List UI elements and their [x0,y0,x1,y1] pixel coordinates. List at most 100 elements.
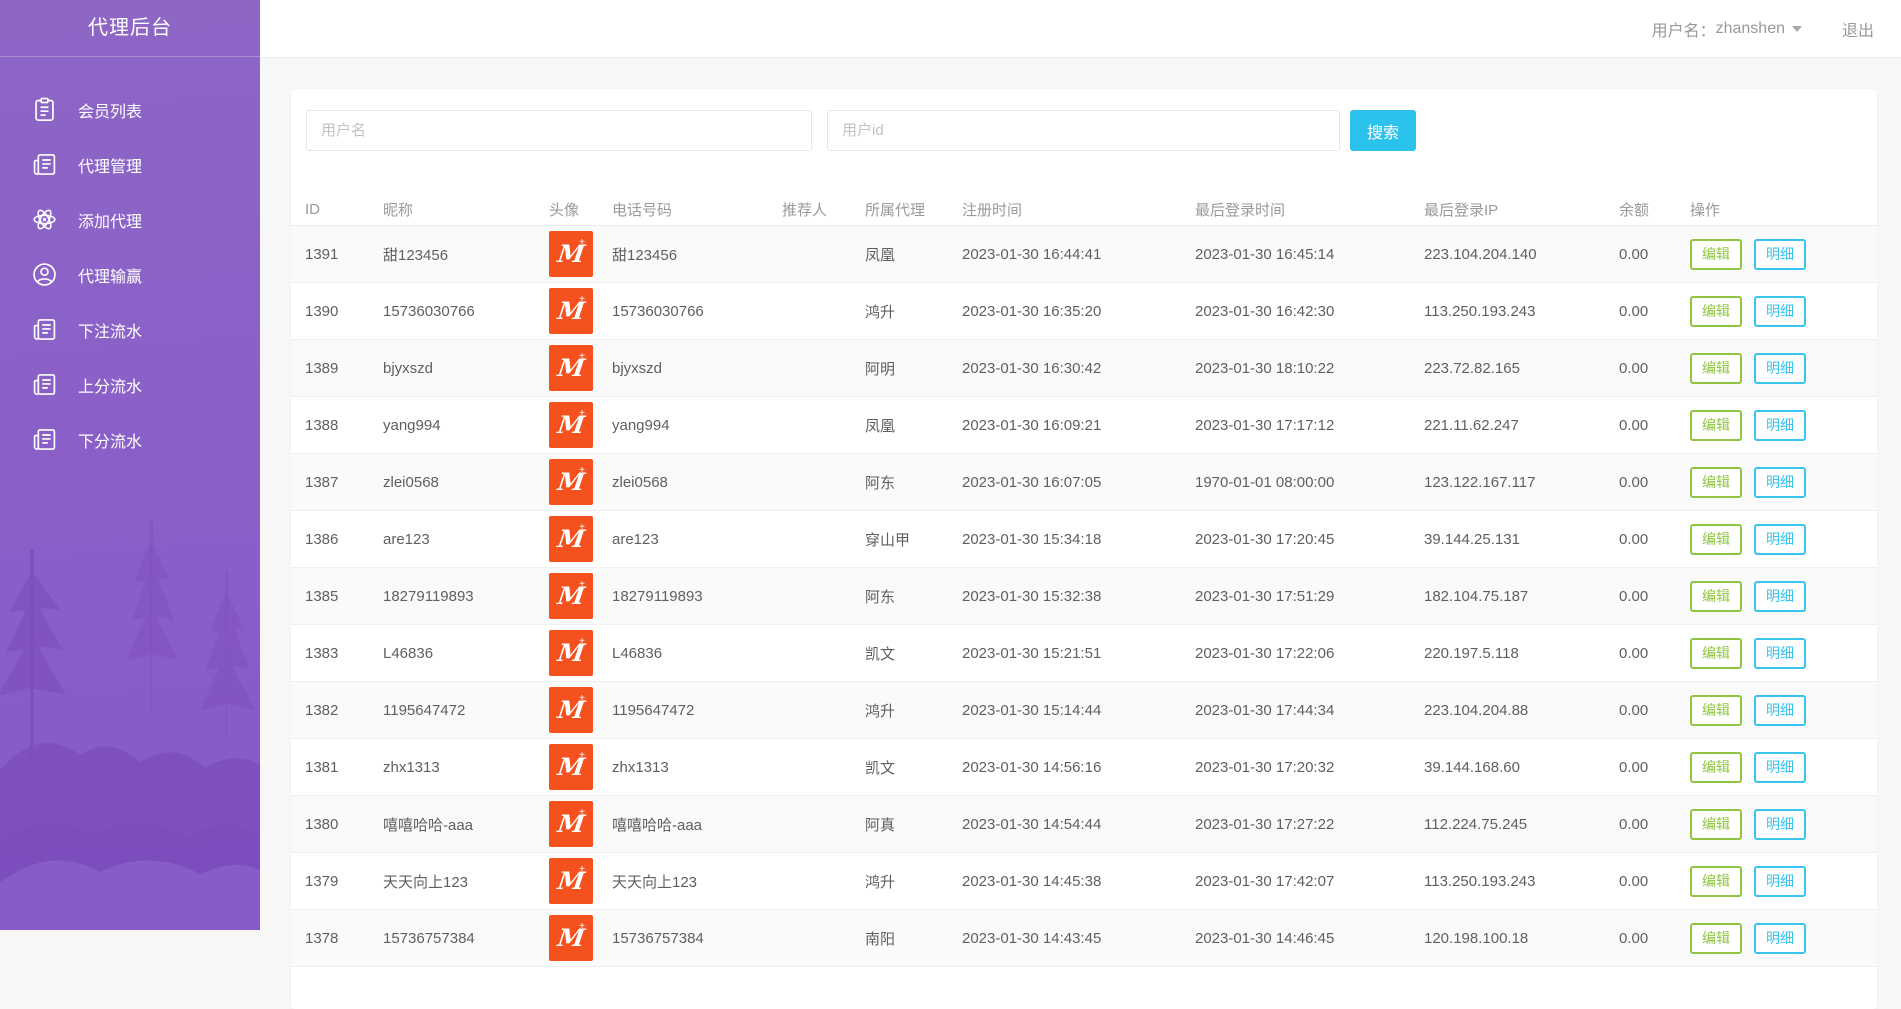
cell-agent: 阿真 [865,816,896,834]
edit-button[interactable]: 编辑 [1690,466,1742,498]
cell-last-ip: 221.11.62.247 [1424,416,1519,434]
avatar-plus-mark: + [579,522,585,533]
cell-reg-time: 2023-01-30 15:32:38 [962,587,1102,605]
cell-last-login: 2023-01-30 17:22:06 [1195,644,1335,662]
edit-button[interactable]: 编辑 [1690,637,1742,669]
content-card: 搜索 ID 昵称 头像 电话号码 推荐人 所属代理 注册时间 最后登录时间 最后… [291,89,1877,1009]
username-search-input[interactable] [306,110,812,151]
cell-last-login: 2023-01-30 16:42:30 [1195,302,1335,320]
cell-phone: zlei0568 [612,473,668,491]
chevron-down-icon [1791,26,1802,32]
cell-reg-time: 2023-01-30 15:34:18 [962,530,1102,548]
cell-last-login: 2023-01-30 14:46:45 [1195,929,1335,947]
detail-button[interactable]: 明细 [1754,523,1806,555]
edit-button[interactable]: 编辑 [1690,922,1742,954]
detail-button[interactable]: 明细 [1754,295,1806,327]
edit-button[interactable]: 编辑 [1690,523,1742,555]
edit-button[interactable]: 编辑 [1690,580,1742,612]
sidebar-item-label: 下分流水 [78,433,143,451]
detail-button[interactable]: 明细 [1754,409,1806,441]
sidebar-item-deposit-flow[interactable]: 上分流水 [0,357,260,412]
cell-balance: 0.00 [1619,644,1649,662]
cell-reg-time: 2023-01-30 14:45:38 [962,872,1102,890]
user-dropdown[interactable]: 用户名： zhanshen [1652,17,1802,41]
cell-phone: are123 [612,530,659,548]
sidebar-item-agent-manage[interactable]: 代理管理 [0,137,260,192]
cell-id: 1385 [305,587,339,605]
cell-last-login: 2023-01-30 17:42:07 [1195,872,1335,890]
detail-button[interactable]: 明细 [1754,352,1806,384]
detail-button[interactable]: 明细 [1754,865,1806,897]
col-referrer: 推荐人 [782,202,828,219]
sidebar-item-agent-winloss[interactable]: 代理输赢 [0,247,260,302]
sidebar-item-member-list[interactable]: 会员列表 [0,82,260,137]
sidebar-item-withdraw-flow[interactable]: 下分流水 [0,412,260,467]
detail-button[interactable]: 明细 [1754,466,1806,498]
cell-id: 1388 [305,416,339,434]
edit-button[interactable]: 编辑 [1690,352,1742,384]
col-last-login: 最后登录时间 [1195,202,1286,219]
cell-reg-time: 2023-01-30 14:56:16 [962,758,1102,776]
cell-last-login: 2023-01-30 17:44:34 [1195,701,1335,719]
edit-button[interactable]: 编辑 [1690,295,1742,327]
table-row: 1386 are123 M + are123 穿山甲 2023-01-30 15… [291,511,1877,568]
cell-last-ip: 39.144.168.60 [1424,758,1520,776]
search-button[interactable]: 搜索 [1350,110,1416,151]
logout-button[interactable]: 退出 [1842,17,1874,41]
sidebar-item-bet-flow[interactable]: 下注流水 [0,302,260,357]
cell-last-ip: 223.104.204.88 [1424,701,1529,719]
detail-button[interactable]: 明细 [1754,751,1806,783]
edit-button[interactable]: 编辑 [1690,865,1742,897]
edit-button[interactable]: 编辑 [1690,238,1742,270]
userid-search-input[interactable] [827,110,1340,151]
atom-icon [33,209,56,230]
detail-button[interactable]: 明细 [1754,580,1806,612]
cell-last-ip: 113.250.193.243 [1424,302,1536,320]
cell-agent: 鸿升 [865,303,896,321]
cell-nickname: 18279119893 [383,587,474,605]
cell-avatar: M + [549,573,612,619]
cell-agent: 阿明 [865,360,896,378]
edit-button[interactable]: 编辑 [1690,694,1742,726]
col-actions: 操作 [1690,202,1721,219]
cell-agent: 穿山甲 [865,531,911,549]
cell-agent: 凤凰 [865,417,896,435]
cell-balance: 0.00 [1619,701,1649,719]
edit-button[interactable]: 编辑 [1690,409,1742,441]
detail-button[interactable]: 明细 [1754,694,1806,726]
cell-last-login: 2023-01-30 16:45:14 [1195,245,1335,263]
cell-actions: 编辑 明细 [1690,523,1877,555]
cell-reg-time: 2023-01-30 16:09:21 [962,416,1102,434]
detail-button[interactable]: 明细 [1754,238,1806,270]
avatar: M + [549,516,593,562]
sidebar-item-label: 添加代理 [78,213,143,231]
cell-phone: 18279119893 [612,587,703,605]
cell-avatar: M + [549,801,612,847]
cell-nickname: 1195647472 [383,701,466,719]
cell-balance: 0.00 [1619,473,1649,491]
edit-button[interactable]: 编辑 [1690,808,1742,840]
detail-button[interactable]: 明细 [1754,922,1806,954]
clipboard-icon [35,97,54,122]
cell-avatar: M + [549,231,612,277]
cell-balance: 0.00 [1619,929,1649,947]
cell-balance: 0.00 [1619,587,1649,605]
detail-button[interactable]: 明细 [1754,637,1806,669]
cell-balance: 0.00 [1619,872,1649,890]
cell-actions: 编辑 明细 [1690,637,1877,669]
cell-last-ip: 223.104.204.140 [1424,245,1537,263]
edit-button[interactable]: 编辑 [1690,751,1742,783]
cell-actions: 编辑 明细 [1690,466,1877,498]
avatar: M + [549,801,593,847]
cell-balance: 0.00 [1619,530,1649,548]
cell-nickname: yang994 [383,416,441,434]
cell-phone: yang994 [612,416,670,434]
cell-reg-time: 2023-01-30 16:07:05 [962,473,1102,491]
detail-button[interactable]: 明细 [1754,808,1806,840]
cell-actions: 编辑 明细 [1690,694,1877,726]
table-row: 1380 嘻嘻哈哈-aaa M + 嘻嘻哈哈-aaa 阿真 2023-01-30… [291,796,1877,853]
table-row: 1387 zlei0568 M + zlei0568 阿东 2023-01-30… [291,454,1877,511]
avatar: M + [549,231,593,277]
sidebar-item-add-agent[interactable]: 添加代理 [0,192,260,247]
avatar-plus-mark: + [579,465,585,476]
